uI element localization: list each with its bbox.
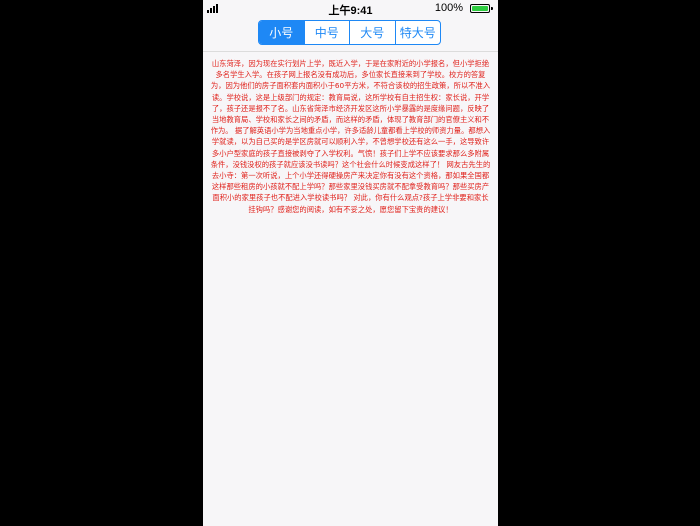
font-size-xlarge-option[interactable]: 特大号	[394, 21, 441, 44]
font-size-medium-option[interactable]: 中号	[303, 21, 350, 44]
font-size-large-option[interactable]: 大号	[349, 21, 395, 44]
font-size-small-option[interactable]: 小号	[259, 21, 304, 44]
font-size-segmented-control: 小号 中号 大号 特大号	[258, 20, 441, 45]
battery-percent: 100%	[434, 2, 463, 14]
toolbar: 小号 中号 大号 特大号	[203, 17, 498, 51]
article-body: 山东菏泽，因为现在实行划片上学，既近入学，于是在家附近的小学报名，但小学拒绝多名…	[210, 59, 491, 214]
phone-screen: 上午9:41 100% 小号 中号 大号 特大号 山东菏泽，因为现在实行划片上学…	[203, 0, 498, 526]
battery-icon	[470, 4, 493, 13]
status-bar: 上午9:41 100%	[203, 0, 498, 17]
